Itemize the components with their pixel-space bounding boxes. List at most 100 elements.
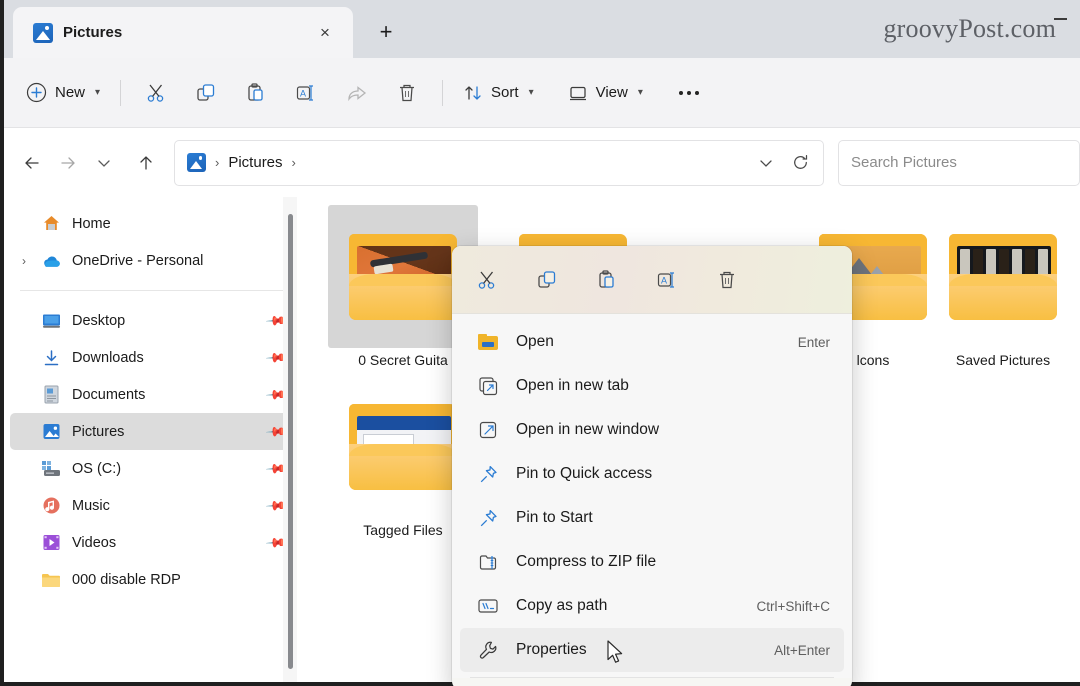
trash-icon bbox=[396, 82, 418, 104]
menu-item-pin-to-start[interactable]: Pin to Start bbox=[460, 496, 844, 540]
context-menu-divider bbox=[470, 677, 834, 678]
command-bar: New ▾ bbox=[4, 58, 1080, 128]
new-tab-icon[interactable]: + bbox=[365, 11, 407, 53]
sidebar-label: Home bbox=[72, 216, 284, 232]
pictures-folder-icon bbox=[187, 153, 206, 172]
recent-locations-button[interactable] bbox=[86, 145, 122, 181]
sidebar-divider bbox=[20, 290, 284, 291]
menu-item-label: Pin to Quick access bbox=[516, 465, 830, 483]
copy-button[interactable] bbox=[181, 75, 231, 111]
menu-item-label: Compress to ZIP file bbox=[516, 553, 830, 571]
wrench-icon bbox=[476, 640, 500, 661]
file-explorer-window: Pictures × + groovyPost.com New ▾ bbox=[0, 0, 1080, 686]
menu-item-copy-as-path[interactable]: Copy as path Ctrl+Shift+C bbox=[460, 584, 844, 628]
search-placeholder: Search Pictures bbox=[851, 154, 957, 171]
menu-item-label: Open in new window bbox=[516, 421, 830, 439]
thumbnail bbox=[928, 205, 1078, 348]
grid-item[interactable]: Saved Pictures bbox=[928, 205, 1078, 368]
toolbar-divider-2 bbox=[442, 80, 443, 106]
breadcrumb-item-pictures[interactable]: Pictures bbox=[228, 154, 282, 171]
previous-locations-icon[interactable] bbox=[749, 146, 783, 180]
documents-icon bbox=[40, 385, 62, 404]
desktop-icon bbox=[40, 313, 62, 329]
item-label: Saved Pictures bbox=[928, 352, 1078, 368]
paste-button[interactable] bbox=[231, 75, 281, 111]
menu-item-properties[interactable]: Properties Alt+Enter bbox=[460, 628, 844, 672]
up-button[interactable] bbox=[128, 145, 164, 181]
rename-button[interactable]: A bbox=[650, 263, 684, 297]
copy-button[interactable] bbox=[530, 263, 564, 297]
videos-icon bbox=[40, 533, 62, 552]
sidebar-scrollbar-thumb[interactable] bbox=[288, 214, 293, 669]
sidebar-label: Documents bbox=[72, 387, 268, 403]
pictures-folder-icon bbox=[33, 23, 53, 43]
watermark: groovyPost.com bbox=[883, 14, 1056, 44]
new-window-icon bbox=[476, 420, 500, 441]
menu-item-open-in-new-window[interactable]: Open in new window bbox=[460, 408, 844, 452]
menu-item-shortcut: Enter bbox=[798, 335, 830, 350]
folder-open-icon bbox=[476, 334, 500, 350]
sidebar-label: Downloads bbox=[72, 350, 268, 366]
menu-item-label: Pin to Start bbox=[516, 509, 830, 527]
folder-icon bbox=[949, 234, 1057, 320]
sidebar-item-documents[interactable]: Documents 📌 bbox=[10, 376, 292, 413]
menu-item-open[interactable]: Open Enter bbox=[460, 320, 844, 364]
search-input[interactable]: Search Pictures bbox=[838, 140, 1080, 186]
address-bar[interactable]: › Pictures › bbox=[174, 140, 824, 186]
downloads-icon bbox=[40, 349, 62, 367]
sidebar-item-downloads[interactable]: Downloads 📌 bbox=[10, 339, 292, 376]
menu-item-open-in-new-tab[interactable]: Open in new tab bbox=[460, 364, 844, 408]
menu-item-pin-to-quick-access[interactable]: Pin to Quick access bbox=[460, 452, 844, 496]
context-menu-action-bar: A bbox=[452, 246, 852, 314]
address-bar-row: › Pictures › Search Pictures bbox=[4, 128, 1080, 197]
sidebar-item-000-disable-rdp[interactable]: 000 disable RDP bbox=[10, 561, 292, 598]
sort-label: Sort bbox=[491, 84, 519, 101]
forward-button[interactable] bbox=[50, 145, 86, 181]
tab-pictures[interactable]: Pictures × bbox=[13, 7, 353, 58]
chevron-right-icon[interactable]: › bbox=[22, 242, 26, 279]
menu-item-shortcut: Ctrl+Shift+C bbox=[756, 599, 830, 614]
sidebar-label: Pictures bbox=[72, 424, 268, 440]
tab-strip: Pictures × + bbox=[4, 0, 407, 58]
refresh-icon[interactable] bbox=[783, 146, 817, 180]
menu-item-label: Open bbox=[516, 333, 798, 351]
see-more-button[interactable] bbox=[667, 75, 711, 111]
cut-button[interactable] bbox=[131, 75, 181, 111]
paste-button[interactable] bbox=[590, 263, 624, 297]
sidebar-item-pictures[interactable]: Pictures 📌 bbox=[10, 413, 292, 450]
chevron-down-icon: ▾ bbox=[638, 87, 643, 98]
sidebar-label: 000 disable RDP bbox=[72, 572, 284, 588]
sort-button[interactable]: Sort ▾ bbox=[453, 75, 544, 111]
minimize-button[interactable] bbox=[1046, 8, 1074, 30]
rename-button[interactable]: A bbox=[281, 75, 332, 111]
cut-button[interactable] bbox=[470, 263, 504, 297]
sidebar-item-videos[interactable]: Videos 📌 bbox=[10, 524, 292, 561]
view-icon bbox=[568, 83, 588, 103]
sidebar-item-music[interactable]: Music 📌 bbox=[10, 487, 292, 524]
breadcrumb-separator[interactable]: › bbox=[283, 155, 305, 170]
sidebar-item-onedrive[interactable]: › OneDrive - Personal bbox=[10, 242, 292, 279]
new-tab-icon bbox=[476, 376, 500, 397]
navigation-pane: Home › OneDrive - Personal Desktop 📌 Dow… bbox=[4, 197, 300, 682]
folder-icon bbox=[349, 404, 457, 490]
menu-item-label: Open in new tab bbox=[516, 377, 830, 395]
sidebar-item-os-c[interactable]: OS (C:) 📌 bbox=[10, 450, 292, 487]
title-bar: Pictures × + groovyPost.com bbox=[4, 0, 1080, 58]
close-icon[interactable]: × bbox=[311, 19, 339, 47]
share-button[interactable] bbox=[332, 75, 382, 111]
back-button[interactable] bbox=[14, 145, 50, 181]
sidebar-item-desktop[interactable]: Desktop 📌 bbox=[10, 302, 292, 339]
sidebar-item-home[interactable]: Home bbox=[10, 205, 292, 242]
menu-item-compress-to-zip[interactable]: Compress to ZIP file bbox=[460, 540, 844, 584]
view-label: View bbox=[596, 84, 628, 101]
delete-button[interactable] bbox=[382, 75, 432, 111]
view-button[interactable]: View ▾ bbox=[558, 75, 653, 111]
music-icon bbox=[40, 496, 62, 515]
new-button[interactable]: New ▾ bbox=[18, 75, 110, 111]
delete-button[interactable] bbox=[710, 263, 744, 297]
sort-icon bbox=[463, 83, 483, 103]
plus-circle-icon bbox=[26, 82, 47, 103]
context-menu-items: Open Enter Open in new tab bbox=[452, 314, 852, 678]
sidebar-label: Videos bbox=[72, 535, 268, 551]
zip-icon bbox=[476, 552, 500, 573]
